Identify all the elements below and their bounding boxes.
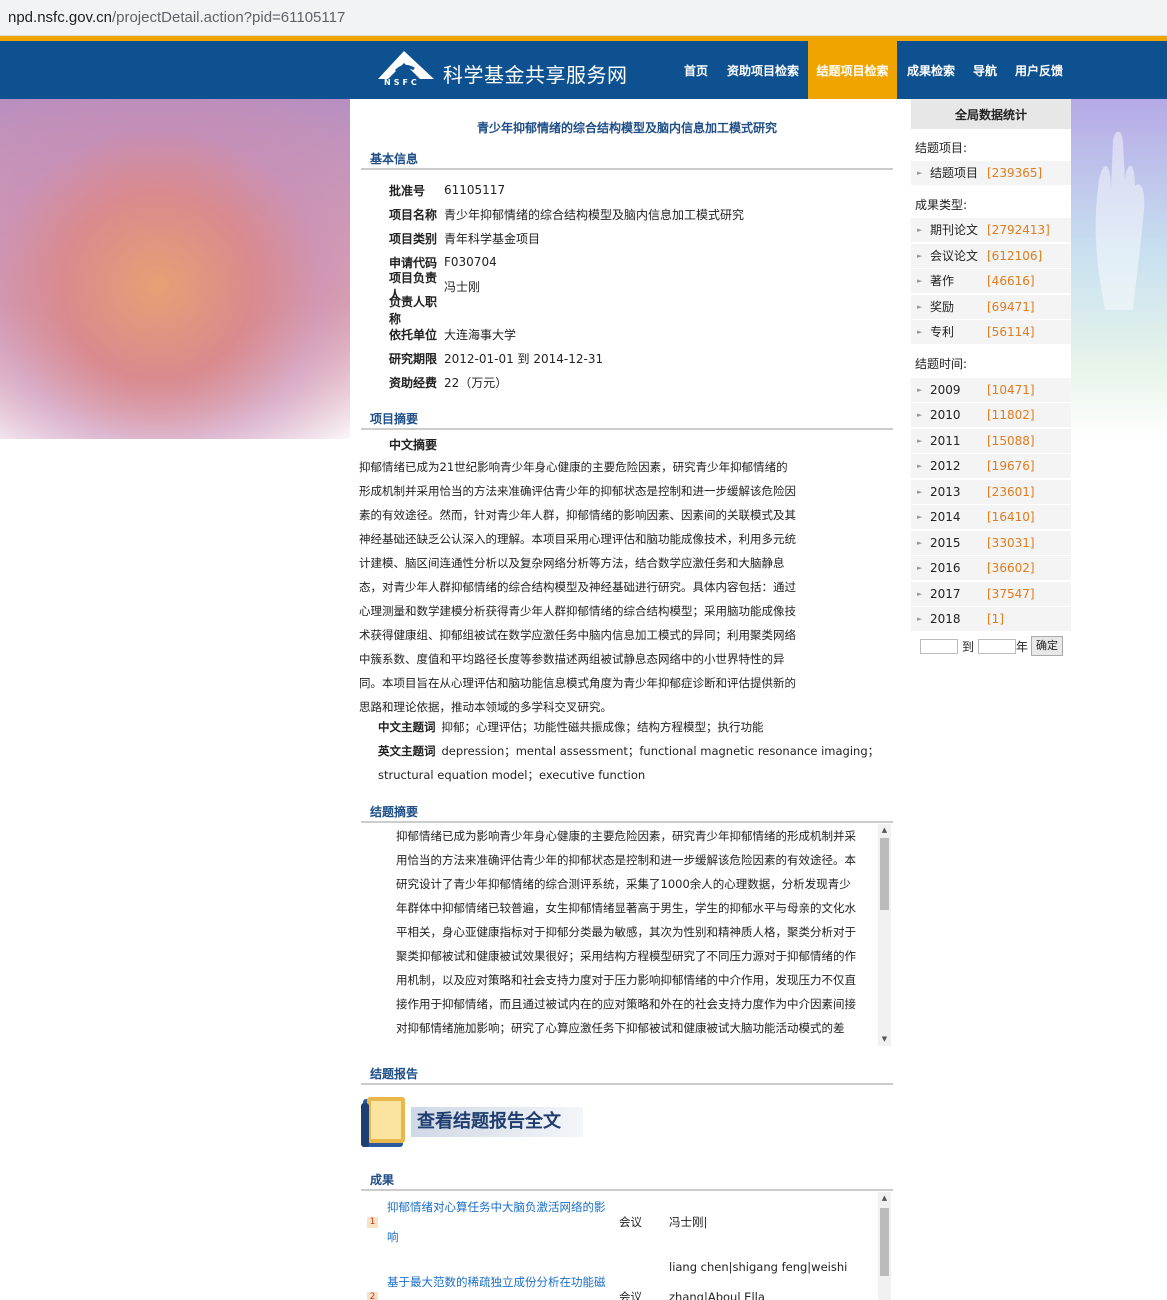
output-type-label: 成果类型: — [915, 198, 968, 212]
report-heading: 结题报告 — [361, 1063, 893, 1085]
triangle-right-icon: ► — [917, 226, 923, 234]
address-bar[interactable]: npd.nsfc.gov.cn/projectDetail.action?pid… — [0, 0, 1167, 36]
closed-label: 结题项目: — [915, 141, 968, 155]
cn-abstract-text: 抑郁情绪已成为21世纪影响青少年身心健康的主要危险因素，研究青少年抑郁情绪的 形… — [359, 460, 796, 714]
info-approval-no: 批准号 61105117 — [389, 183, 506, 198]
en-keywords-continued: structural equation model；executive func… — [378, 768, 646, 782]
time-label: 结题时间: — [915, 357, 968, 371]
stat-year-2010[interactable]: ► 2010 [11802] — [911, 403, 1071, 428]
result-number: 1 — [367, 1217, 378, 1228]
triangle-right-icon: ► — [917, 169, 923, 177]
stat-year-2014[interactable]: ► 2014 [16410] — [911, 505, 1071, 530]
result-type: 会议 — [619, 1290, 642, 1300]
abstract-heading: 项目摘要 — [361, 408, 893, 430]
result-title-link[interactable]: 抑郁情绪对心算任务中大脑负激活网络的影响 — [387, 1192, 622, 1252]
results-list: 1 抑郁情绪对心算任务中大脑负激活网络的影响 会议 冯士刚| 2 基于最大范数的… — [361, 1192, 891, 1300]
stat-year-2016[interactable]: ► 2016 [36602] — [911, 556, 1071, 581]
result-number: 2 — [367, 1292, 378, 1300]
triangle-right-icon: ► — [917, 513, 923, 521]
results-scrollbar[interactable]: ▲ — [878, 1192, 891, 1300]
result-type: 会议 — [619, 1215, 642, 1229]
stat-year-2009[interactable]: ► 2009 [10471] — [911, 378, 1071, 403]
range-to-label: 到 — [962, 639, 975, 654]
book-icon — [361, 1097, 405, 1147]
stat-books[interactable]: ► 著作 [46616] — [911, 269, 1071, 294]
result-author: 冯士刚| — [669, 1215, 708, 1229]
site-title[interactable]: 科学基金共享服务网 — [443, 59, 628, 88]
en-keywords: 英文主题词 depression；mental assessment；functi… — [378, 744, 880, 758]
year-from-input[interactable] — [920, 638, 958, 654]
triangle-right-icon: ► — [917, 386, 923, 394]
nav-funded-search[interactable]: 资助项目检索 — [720, 41, 806, 99]
url-host: npd.nsfc.gov.cn — [8, 9, 112, 26]
results-heading: 成果 — [361, 1169, 893, 1191]
cn-keywords: 中文主题词 抑郁；心理评估；功能性磁共振成像；结构方程模型；执行功能 — [378, 720, 764, 734]
main-content: 青少年抑郁情绪的综合结构模型及脑内信息加工模式研究 基本信息 批准号 611051… — [351, 99, 903, 1300]
project-title: 青少年抑郁情绪的综合结构模型及脑内信息加工模式研究 — [476, 121, 777, 135]
triangle-right-icon: ► — [917, 539, 923, 547]
scroll-up-arrow-icon[interactable]: ▲ — [878, 824, 891, 837]
conclusion-heading: 结题摘要 — [361, 801, 893, 823]
hand-illustration-icon — [1095, 131, 1145, 310]
result-title-link[interactable]: 基于最大范数的稀疏独立成份分析在功能磁 — [387, 1267, 622, 1297]
stat-year-2011[interactable]: ► 2011 [15088] — [911, 429, 1071, 454]
stat-year-2015[interactable]: ► 2015 [33031] — [911, 531, 1071, 556]
triangle-right-icon: ► — [917, 488, 923, 496]
leader-link[interactable]: 冯士刚 — [444, 278, 480, 295]
stat-year-2012[interactable]: ► 2012 [19676] — [911, 454, 1071, 479]
scroll-down-arrow-icon[interactable]: ▼ — [878, 1033, 891, 1046]
year-to-input[interactable] — [978, 638, 1017, 654]
conclusion-scrollbar[interactable]: ▲ ▼ — [878, 824, 891, 1046]
triangle-right-icon: ► — [917, 437, 923, 445]
conclusion-scroll-box[interactable]: 抑郁情绪已成为影响青少年身心健康的主要危险因素，研究青少年抑郁情绪的形成机制并采… — [361, 824, 891, 1046]
stat-journal-papers[interactable]: ► 期刊论文 [2792413] — [911, 218, 1071, 243]
view-report-label: 查看结题报告全文 — [411, 1107, 583, 1137]
triangle-right-icon: ► — [917, 564, 923, 572]
stat-year-2013[interactable]: ► 2013 [23601] — [911, 480, 1071, 505]
site-header: NSFC 科学基金共享服务网 首页 资助项目检索 结题项目检索 成果检索 导航 … — [0, 41, 1167, 99]
stats-heading: 全局数据统计 — [911, 99, 1071, 129]
nav-results-search[interactable]: 成果检索 — [899, 41, 963, 99]
stat-awards[interactable]: ► 奖励 [69471] — [911, 295, 1071, 320]
logo-text: NSFC — [384, 78, 420, 87]
conclusion-text: 抑郁情绪已成为影响青少年身心健康的主要危险因素，研究青少年抑郁情绪的形成机制并采… — [396, 829, 856, 1035]
confirm-button[interactable]: 确定 — [1031, 636, 1064, 656]
triangle-right-icon: ► — [917, 303, 923, 311]
triangle-right-icon: ► — [917, 615, 923, 623]
triangle-right-icon: ► — [917, 590, 923, 598]
nav-closed-search[interactable]: 结题项目检索 — [808, 41, 897, 99]
view-report-button[interactable]: 查看结题报告全文 — [357, 1093, 583, 1153]
result-author: liang chen|shigang feng|weishi zhang|Abou… — [669, 1260, 848, 1300]
info-institution: 依托单位 大连海事大学 — [389, 326, 517, 343]
triangle-right-icon: ► — [917, 277, 923, 285]
range-year-label: 年 — [1016, 639, 1029, 654]
triangle-right-icon: ► — [917, 462, 923, 470]
basic-info-heading: 基本信息 — [361, 148, 893, 170]
scrollbar-thumb[interactable] — [880, 838, 889, 910]
stat-closed-projects[interactable]: ► 结题项目 [239365] — [911, 161, 1071, 186]
triangle-right-icon: ► — [917, 328, 923, 336]
info-project-type: 项目类别 青年科学基金项目 — [389, 231, 541, 246]
nav-home[interactable]: 首页 — [676, 41, 716, 99]
info-period: 研究期限 2012-01-01 到 2014-12-31 — [389, 351, 604, 366]
institution-link[interactable]: 大连海事大学 — [444, 326, 516, 343]
scrollbar-thumb[interactable] — [880, 1208, 889, 1276]
year-range-form: 到 年 确定 — [920, 636, 1064, 656]
stat-year-2018[interactable]: ► 2018 [1] — [911, 607, 1071, 632]
stat-patents[interactable]: ► 专利 [56114] — [911, 320, 1071, 345]
scroll-up-arrow-icon[interactable]: ▲ — [878, 1192, 891, 1205]
info-leader-title: 负责人职称 — [389, 295, 438, 326]
info-project-name: 项目名称 青少年抑郁情绪的综合结构模型及脑内信息加工模式研究 — [389, 207, 745, 222]
triangle-right-icon: ► — [917, 252, 923, 260]
url-path: /projectDetail.action?pid=61105117 — [111, 9, 346, 26]
stat-year-2017[interactable]: ► 2017 [37547] — [911, 582, 1071, 607]
cn-abstract-heading: 中文摘要 — [389, 438, 438, 452]
nav-feedback[interactable]: 用户反馈 — [1007, 41, 1071, 99]
nav-navigation[interactable]: 导航 — [965, 41, 1005, 99]
info-funding: 资助经费 22（万元） — [389, 375, 508, 390]
stat-conference-papers[interactable]: ► 会议论文 [612106] — [911, 244, 1071, 269]
triangle-right-icon: ► — [917, 411, 923, 419]
decorative-background-left — [0, 99, 350, 439]
